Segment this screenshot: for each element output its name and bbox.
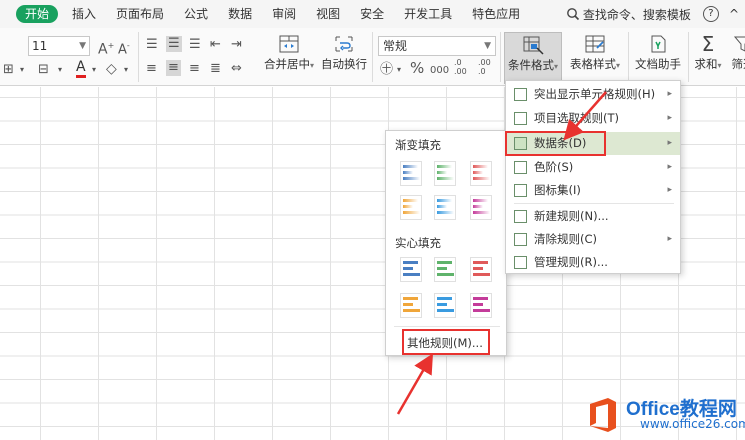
arrow-to-other-rules	[396, 353, 433, 415]
office-logo-icon	[590, 398, 616, 432]
watermark-url: www.office26.com	[640, 417, 745, 431]
spreadsheet-window: 开始 插入 页面布局 公式 数据 审阅 视图 安全 开发工具 特色应用 查找命令…	[0, 0, 745, 440]
annotation-arrows	[396, 91, 607, 415]
watermark: Office教程网 www.office26.com	[578, 392, 745, 440]
arrow-to-data-bars	[563, 91, 607, 141]
